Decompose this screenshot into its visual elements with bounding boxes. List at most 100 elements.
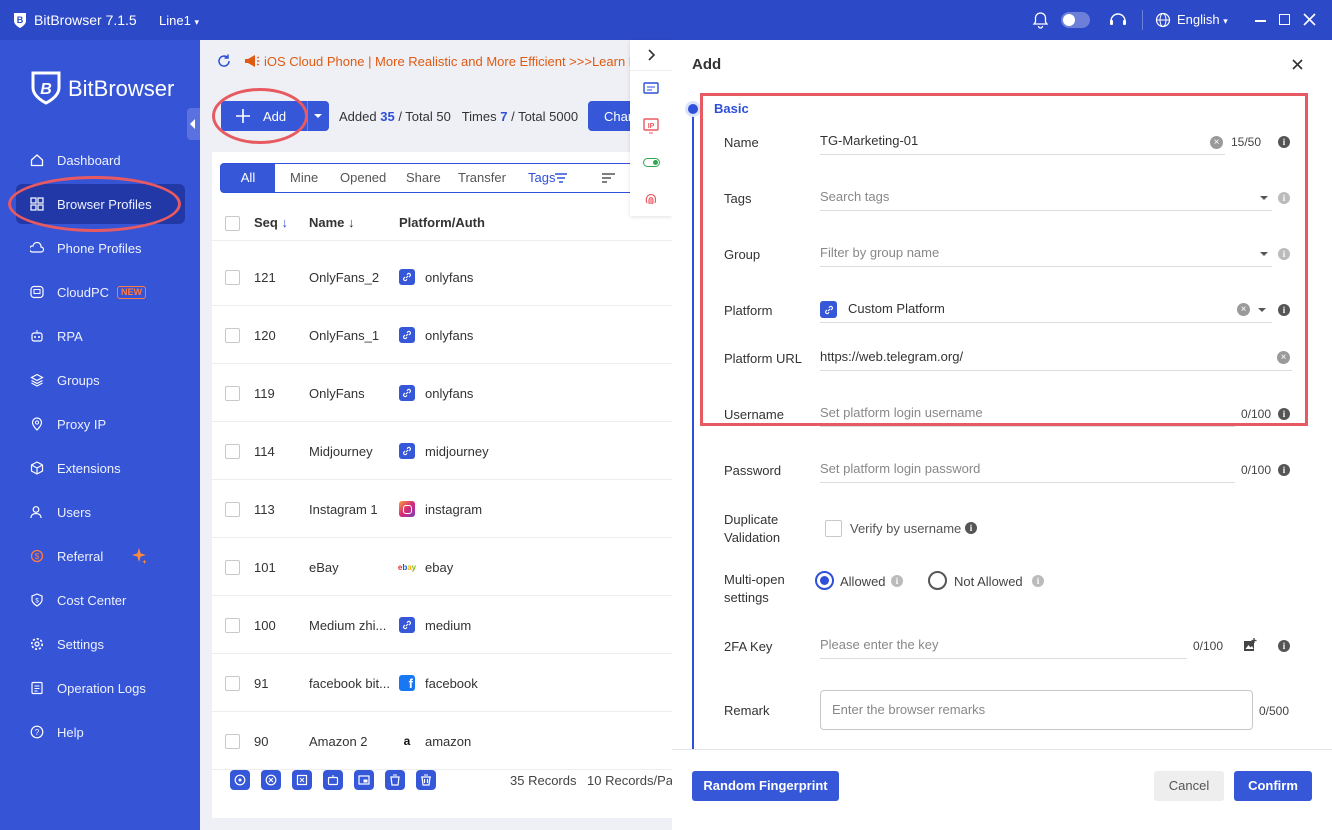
ebay-icon: ebay bbox=[397, 562, 417, 572]
bulk-rpa-icon[interactable] bbox=[323, 770, 343, 790]
remark-textarea[interactable]: Enter the browser remarks bbox=[820, 690, 1253, 730]
verify-by-username-checkbox[interactable] bbox=[825, 520, 842, 537]
sidebar-item-cloudpc[interactable]: CloudPC NEW bbox=[16, 272, 185, 312]
tab-mine[interactable]: Mine bbox=[290, 170, 318, 185]
sidebar-item-cost-center[interactable]: $ Cost Center bbox=[16, 580, 185, 620]
not-allowed-radio[interactable] bbox=[928, 571, 947, 590]
collapse-sidebar-button[interactable] bbox=[187, 108, 200, 140]
sidebar-item-rpa[interactable]: RPA bbox=[16, 316, 185, 356]
cancel-button[interactable]: Cancel bbox=[1154, 771, 1224, 801]
twofa-input[interactable]: Please enter the key bbox=[820, 633, 1187, 659]
username-input[interactable]: Set platform login username bbox=[820, 401, 1235, 427]
divider bbox=[630, 70, 672, 71]
verify-by-username-label: Verify by username bbox=[850, 521, 962, 536]
seq-header[interactable]: Seq ↓ bbox=[254, 215, 288, 230]
row-checkbox[interactable] bbox=[225, 618, 240, 633]
row-checkbox[interactable] bbox=[225, 328, 240, 343]
row-checkbox[interactable] bbox=[225, 676, 240, 691]
allowed-radio[interactable] bbox=[815, 571, 834, 590]
row-checkbox[interactable] bbox=[225, 444, 240, 459]
confirm-button[interactable]: Confirm bbox=[1234, 771, 1312, 801]
password-input[interactable]: Set platform login password bbox=[820, 457, 1235, 483]
cloud-pc-icon bbox=[30, 285, 44, 299]
tab-all[interactable]: All bbox=[221, 164, 275, 192]
random-fingerprint-button[interactable]: Random Fingerprint bbox=[692, 771, 839, 801]
filter-icon[interactable] bbox=[555, 173, 567, 183]
sidebar-item-users[interactable]: Users bbox=[16, 492, 185, 532]
sidebar-item-operation-logs[interactable]: Operation Logs bbox=[16, 668, 185, 708]
bulk-delete-icon[interactable] bbox=[416, 770, 436, 790]
bell-icon[interactable] bbox=[1032, 11, 1049, 29]
theme-toggle[interactable] bbox=[1061, 12, 1090, 28]
app-logo-icon: B bbox=[14, 13, 26, 28]
sidebar-item-help[interactable]: ? Help bbox=[16, 712, 185, 752]
close-window-icon[interactable] bbox=[1303, 13, 1316, 26]
layers-icon bbox=[30, 373, 44, 387]
cube-icon bbox=[30, 461, 44, 475]
chevron-right-icon[interactable] bbox=[646, 49, 656, 61]
bulk-window-icon[interactable] bbox=[354, 770, 374, 790]
support-icon[interactable] bbox=[1108, 11, 1128, 29]
row-checkbox[interactable] bbox=[225, 560, 240, 575]
sidebar-item-proxy-ip[interactable]: Proxy IP bbox=[16, 404, 185, 444]
sidebar-item-dashboard[interactable]: Dashboard bbox=[16, 140, 185, 180]
row-name: Amazon 2 bbox=[309, 734, 368, 749]
row-seq: 120 bbox=[254, 328, 276, 343]
chevron-down-icon[interactable] bbox=[314, 114, 322, 118]
sidebar-item-label: Cost Center bbox=[57, 592, 127, 608]
select-all-checkbox[interactable] bbox=[225, 216, 240, 231]
table-row[interactable]: 113 Instagram 1 instagram bbox=[212, 480, 672, 538]
row-checkbox[interactable] bbox=[225, 502, 240, 517]
table-row[interactable]: 121 OnlyFans_2 onlyfans bbox=[212, 248, 672, 306]
sidebar-item-groups[interactable]: Groups bbox=[16, 360, 185, 400]
maximize-icon[interactable] bbox=[1279, 14, 1290, 25]
sidebar-item-extensions[interactable]: Extensions bbox=[16, 448, 185, 488]
table-row[interactable]: 100 Medium zhi... medium bbox=[212, 596, 672, 654]
svg-text:B: B bbox=[17, 15, 24, 25]
table-row[interactable]: 114 Midjourney midjourney bbox=[212, 422, 672, 480]
close-icon[interactable] bbox=[1292, 59, 1303, 70]
link-icon bbox=[399, 269, 415, 285]
table-row[interactable]: 90 Amazon 2 a amazon bbox=[212, 712, 672, 770]
ip-icon[interactable]: IP bbox=[643, 118, 659, 134]
referral-icon: $ bbox=[30, 549, 44, 563]
minimize-icon[interactable] bbox=[1255, 20, 1266, 22]
fingerprint-icon[interactable] bbox=[643, 190, 659, 206]
name-header[interactable]: Name ↓ bbox=[309, 215, 355, 230]
promo-banner[interactable]: iOS Cloud Phone | More Realistic and Mor… bbox=[264, 54, 634, 69]
table-row[interactable]: 119 OnlyFans onlyfans bbox=[212, 364, 672, 422]
table-row[interactable]: 91 facebook bit... f facebook bbox=[212, 654, 672, 712]
page-size-selector[interactable]: 10 Records/Pag bbox=[587, 773, 672, 788]
tab-share[interactable]: Share bbox=[406, 170, 441, 185]
location-icon bbox=[31, 417, 43, 431]
language-selector[interactable]: English ▾ bbox=[1177, 12, 1228, 27]
image-upload-icon[interactable] bbox=[1243, 638, 1257, 652]
table-row[interactable]: 120 OnlyFans_1 onlyfans bbox=[212, 306, 672, 364]
sort-icon[interactable] bbox=[602, 173, 615, 183]
toggle-icon[interactable] bbox=[643, 158, 660, 167]
section-timeline bbox=[692, 110, 694, 750]
refresh-icon[interactable] bbox=[216, 53, 232, 69]
row-checkbox[interactable] bbox=[225, 386, 240, 401]
sidebar-item-settings[interactable]: Settings bbox=[16, 624, 185, 664]
tab-transfer[interactable]: Transfer bbox=[458, 170, 506, 185]
line-selector[interactable]: Line1 ▾ bbox=[159, 13, 199, 28]
table-row[interactable]: 101 eBay e b a y ebay bbox=[212, 538, 672, 596]
tab-tags[interactable]: Tags bbox=[528, 170, 555, 185]
monitor-icon[interactable] bbox=[643, 82, 659, 96]
tab-opened[interactable]: Opened bbox=[340, 170, 386, 185]
bulk-clear-icon[interactable] bbox=[385, 770, 405, 790]
row-name: OnlyFans_1 bbox=[309, 328, 380, 343]
bulk-close-icon[interactable] bbox=[261, 770, 281, 790]
row-checkbox[interactable] bbox=[225, 734, 240, 749]
row-seq: 90 bbox=[254, 734, 269, 749]
row-platform: instagram bbox=[425, 502, 483, 517]
bulk-open-icon[interactable] bbox=[230, 770, 250, 790]
row-checkbox[interactable] bbox=[225, 270, 240, 285]
megaphone-icon bbox=[245, 55, 260, 67]
sidebar-item-phone-profiles[interactable]: Phone Profiles bbox=[16, 228, 185, 268]
bitbrowser-logo-icon: B bbox=[31, 71, 61, 105]
sidebar-item-referral[interactable]: $ Referral bbox=[16, 536, 185, 576]
bulk-stop-icon[interactable] bbox=[292, 770, 312, 790]
allowed-label: Allowed bbox=[840, 574, 886, 589]
